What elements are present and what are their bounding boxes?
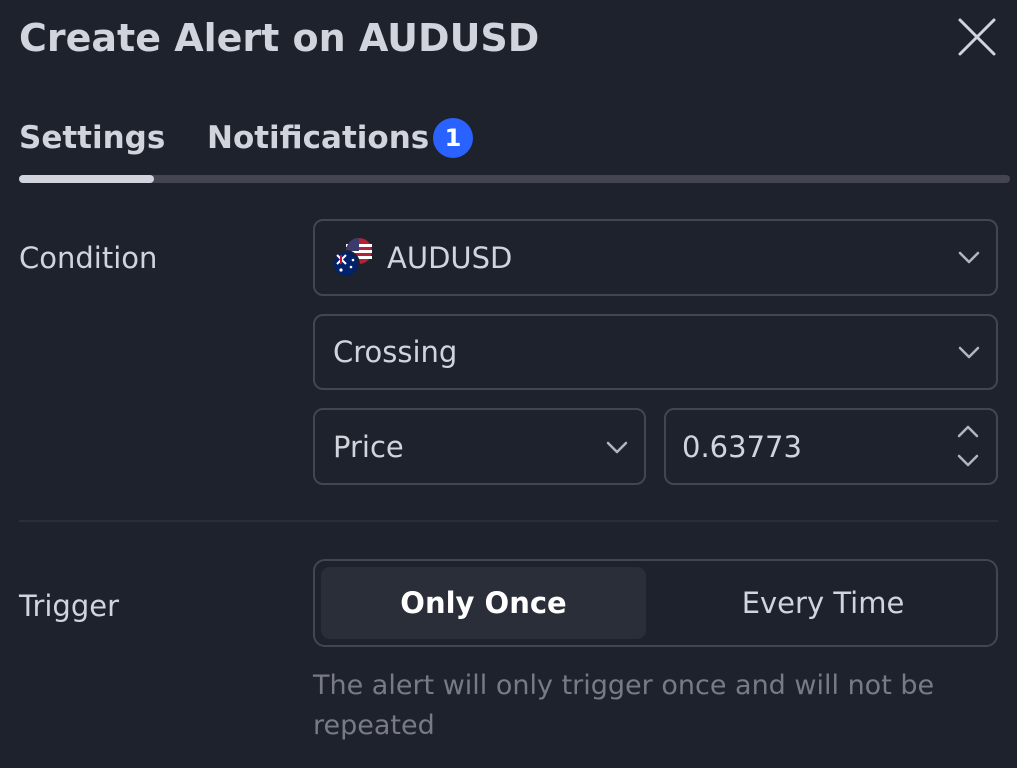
price-value: 0.63773 (682, 430, 802, 464)
close-button[interactable] (954, 14, 1000, 60)
symbol-select[interactable]: AUDUSD (313, 219, 998, 296)
tab-notifications[interactable]: Notifications (207, 114, 429, 162)
trigger-option-every-time[interactable]: Every Time (653, 583, 993, 623)
value-stepper[interactable] (954, 422, 982, 472)
price-value-input[interactable]: 0.63773 (664, 408, 998, 485)
trigger-description: The alert will only trigger once and wil… (313, 670, 935, 741)
condition-label: Condition (19, 241, 158, 275)
chevron-down-icon[interactable] (957, 454, 979, 468)
symbol-value: AUDUSD (387, 241, 513, 275)
trigger-label: Trigger (19, 589, 120, 623)
trigger-segmented-control: Only Once Every Time (313, 559, 998, 647)
chevron-down-icon (958, 251, 980, 264)
source-select[interactable]: Price (313, 408, 646, 485)
chevron-down-icon (958, 346, 980, 359)
notification-count-badge: 1 (433, 118, 473, 158)
operator-value: Crossing (333, 335, 458, 369)
chevron-down-icon (606, 441, 628, 454)
tab-track (19, 175, 1010, 183)
tab-active-indicator (19, 175, 154, 183)
operator-select[interactable]: Crossing (313, 314, 998, 390)
chevron-up-icon[interactable] (957, 424, 979, 438)
trigger-option-only-once[interactable]: Only Once (321, 583, 646, 623)
source-value: Price (333, 430, 404, 464)
flag-au-us-icon (332, 238, 372, 278)
tab-settings[interactable]: Settings (19, 114, 165, 162)
close-icon (958, 18, 996, 56)
dialog-title: Create Alert on AUDUSD (19, 16, 540, 60)
section-divider (19, 520, 998, 522)
